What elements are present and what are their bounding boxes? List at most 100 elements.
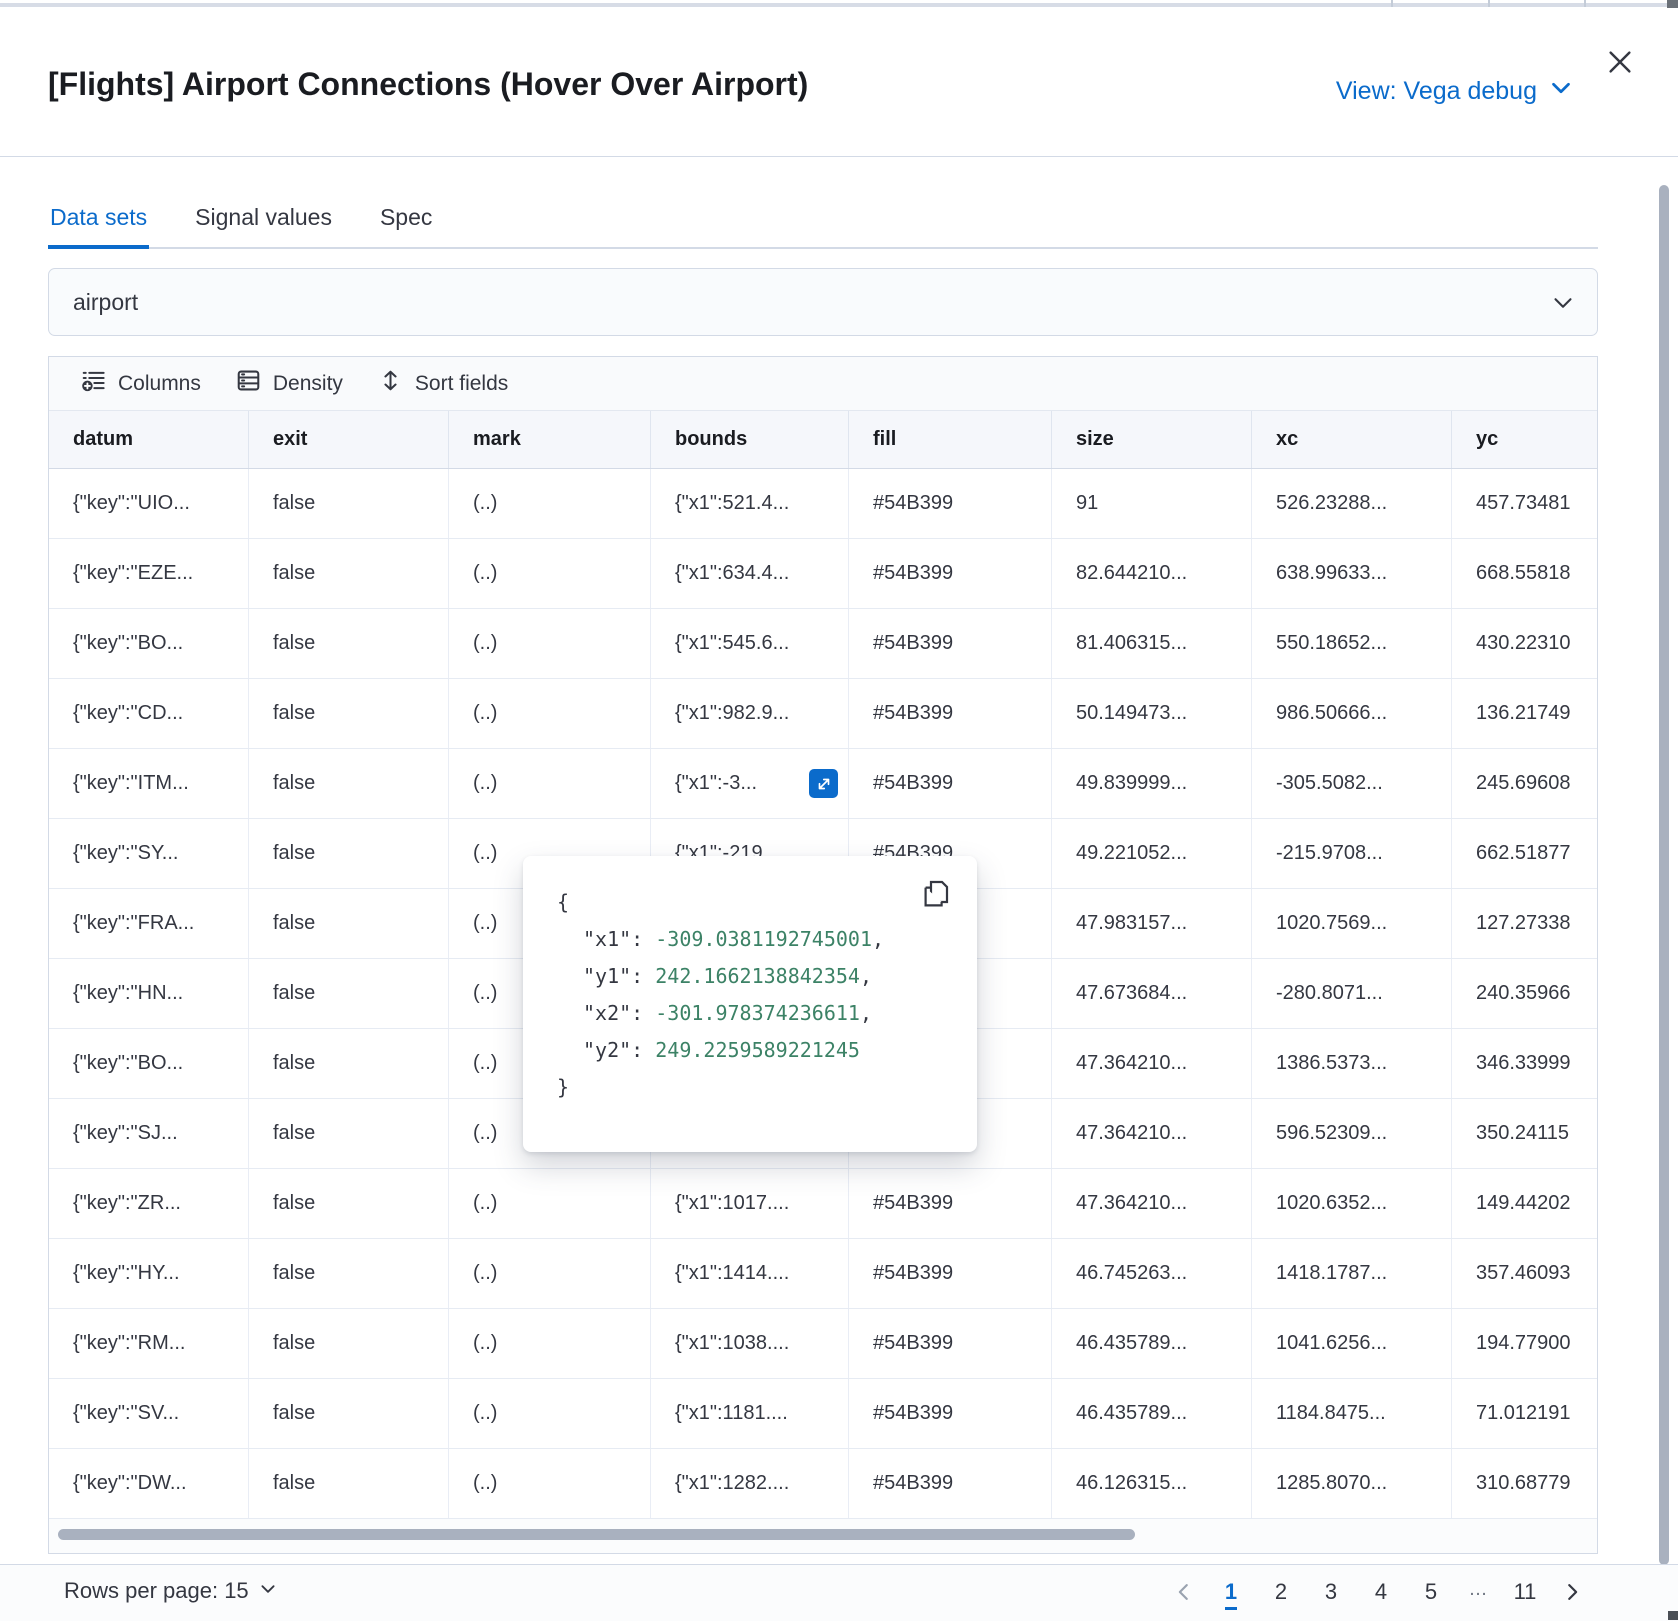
grid-cell-fill[interactable]: #54B399 (849, 469, 1052, 538)
grid-cell-xc[interactable]: 986.50666... (1252, 679, 1452, 748)
density-button[interactable]: Density (218, 364, 360, 404)
tab-spec[interactable]: Spec (378, 198, 434, 247)
grid-cell-bounds[interactable]: {"x1":634.4... (651, 539, 849, 608)
grid-cell-datum[interactable]: {"key":"BO... (49, 609, 249, 678)
grid-cell-size[interactable]: 82.644210... (1052, 539, 1252, 608)
grid-cell-bounds[interactable]: {"x1":521.4... (651, 469, 849, 538)
grid-cell-exit[interactable]: false (249, 679, 449, 748)
grid-cell-size[interactable]: 46.435789... (1052, 1309, 1252, 1378)
grid-cell-bounds[interactable]: {"x1":982.9... (651, 679, 849, 748)
grid-cell-datum[interactable]: {"key":"HN... (49, 959, 249, 1028)
grid-cell-bounds[interactable]: {"x1":545.6... (651, 609, 849, 678)
grid-cell-yc[interactable]: 662.51877 (1452, 819, 1597, 888)
grid-cell-datum[interactable]: {"key":"HY... (49, 1239, 249, 1308)
view-selector[interactable]: View: Vega debug (1336, 76, 1573, 107)
grid-cell-mark[interactable]: (..) (449, 749, 651, 818)
grid-cell-datum[interactable]: {"key":"RM... (49, 1309, 249, 1378)
page-button-2[interactable]: 2 (1256, 1573, 1306, 1611)
grid-cell-fill[interactable]: #54B399 (849, 1239, 1052, 1308)
grid-cell-fill[interactable]: #54B399 (849, 1449, 1052, 1518)
grid-cell-mark[interactable]: (..) (449, 1379, 651, 1448)
grid-cell-fill[interactable]: #54B399 (849, 1169, 1052, 1238)
grid-cell-fill[interactable]: #54B399 (849, 679, 1052, 748)
grid-cell-yc[interactable]: 346.33999 (1452, 1029, 1597, 1098)
grid-cell-mark[interactable]: (..) (449, 679, 651, 748)
grid-cell-xc[interactable]: 1386.5373... (1252, 1029, 1452, 1098)
grid-cell-xc[interactable]: 1285.8070... (1252, 1449, 1452, 1518)
grid-cell-fill[interactable]: #54B399 (849, 609, 1052, 678)
column-header-xc[interactable]: xc (1252, 411, 1452, 468)
grid-cell-size[interactable]: 49.839999... (1052, 749, 1252, 818)
grid-cell-exit[interactable]: false (249, 1169, 449, 1238)
grid-cell-datum[interactable]: {"key":"UIO... (49, 469, 249, 538)
grid-cell-size[interactable]: 50.149473... (1052, 679, 1252, 748)
grid-cell-exit[interactable]: false (249, 469, 449, 538)
grid-cell-size[interactable]: 47.983157... (1052, 889, 1252, 958)
page-button-5[interactable]: 5 (1406, 1573, 1456, 1611)
grid-cell-xc[interactable]: 638.99633... (1252, 539, 1452, 608)
grid-cell-xc[interactable]: 1020.7569... (1252, 889, 1452, 958)
columns-button[interactable]: Columns (63, 364, 218, 404)
grid-cell-fill[interactable]: #54B399 (849, 1309, 1052, 1378)
copy-icon[interactable] (919, 876, 953, 910)
grid-cell-datum[interactable]: {"key":"FRA... (49, 889, 249, 958)
next-page-icon[interactable] (1550, 1575, 1594, 1609)
grid-cell-xc[interactable]: 1184.8475... (1252, 1379, 1452, 1448)
tab-signal-values[interactable]: Signal values (193, 198, 334, 247)
grid-cell-yc[interactable]: 350.24115 (1452, 1099, 1597, 1168)
grid-cell-fill[interactable]: #54B399 (849, 1379, 1052, 1448)
grid-cell-xc[interactable]: 1020.6352... (1252, 1169, 1452, 1238)
grid-cell-xc[interactable]: -305.5082... (1252, 749, 1452, 818)
grid-cell-bounds[interactable]: {"x1":1181.... (651, 1379, 849, 1448)
grid-cell-yc[interactable]: 430.22310 (1452, 609, 1597, 678)
grid-cell-exit[interactable]: false (249, 539, 449, 608)
grid-cell-size[interactable]: 46.435789... (1052, 1379, 1252, 1448)
vertical-scrollbar-thumb[interactable] (1659, 185, 1669, 1565)
column-header-size[interactable]: size (1052, 411, 1252, 468)
column-header-mark[interactable]: mark (449, 411, 651, 468)
grid-cell-mark[interactable]: (..) (449, 609, 651, 678)
close-icon[interactable] (1600, 42, 1640, 82)
grid-cell-datum[interactable]: {"key":"SY... (49, 819, 249, 888)
sort-fields-button[interactable]: Sort fields (360, 364, 525, 404)
grid-cell-datum[interactable]: {"key":"SV... (49, 1379, 249, 1448)
grid-cell-datum[interactable]: {"key":"ITM... (49, 749, 249, 818)
column-header-fill[interactable]: fill (849, 411, 1052, 468)
grid-cell-xc[interactable]: 1041.6256... (1252, 1309, 1452, 1378)
grid-cell-yc[interactable]: 457.73481 (1452, 469, 1597, 538)
grid-cell-size[interactable]: 47.364210... (1052, 1099, 1252, 1168)
grid-cell-fill[interactable]: #54B399 (849, 749, 1052, 818)
grid-cell-exit[interactable]: false (249, 1029, 449, 1098)
grid-cell-bounds[interactable]: {"x1":-3... (651, 749, 849, 818)
grid-cell-exit[interactable]: false (249, 819, 449, 888)
grid-cell-size[interactable]: 91 (1052, 469, 1252, 538)
grid-cell-size[interactable]: 81.406315... (1052, 609, 1252, 678)
grid-cell-xc[interactable]: 526.23288... (1252, 469, 1452, 538)
grid-cell-size[interactable]: 46.126315... (1052, 1449, 1252, 1518)
grid-cell-mark[interactable]: (..) (449, 1169, 651, 1238)
grid-cell-xc[interactable]: 596.52309... (1252, 1099, 1452, 1168)
column-header-datum[interactable]: datum (49, 411, 249, 468)
grid-cell-yc[interactable]: 71.012191 (1452, 1379, 1597, 1448)
grid-cell-size[interactable]: 46.745263... (1052, 1239, 1252, 1308)
grid-cell-size[interactable]: 49.221052... (1052, 819, 1252, 888)
grid-cell-yc[interactable]: 240.35966 (1452, 959, 1597, 1028)
grid-cell-datum[interactable]: {"key":"DW... (49, 1449, 249, 1518)
tab-data-sets[interactable]: Data sets (48, 198, 149, 247)
grid-cell-size[interactable]: 47.364210... (1052, 1029, 1252, 1098)
grid-cell-datum[interactable]: {"key":"ZR... (49, 1169, 249, 1238)
grid-cell-bounds[interactable]: {"x1":1282.... (651, 1449, 849, 1518)
grid-cell-yc[interactable]: 149.44202 (1452, 1169, 1597, 1238)
grid-cell-exit[interactable]: false (249, 749, 449, 818)
grid-cell-yc[interactable]: 194.77900 (1452, 1309, 1597, 1378)
grid-cell-exit[interactable]: false (249, 1239, 449, 1308)
page-button-11[interactable]: 11 (1500, 1573, 1550, 1611)
grid-cell-datum[interactable]: {"key":"BO... (49, 1029, 249, 1098)
page-button-3[interactable]: 3 (1306, 1573, 1356, 1611)
grid-cell-exit[interactable]: false (249, 1379, 449, 1448)
grid-cell-fill[interactable]: #54B399 (849, 539, 1052, 608)
page-button-1[interactable]: 1 (1206, 1573, 1256, 1611)
grid-cell-exit[interactable]: false (249, 959, 449, 1028)
page-button-4[interactable]: 4 (1356, 1573, 1406, 1611)
grid-cell-exit[interactable]: false (249, 1449, 449, 1518)
